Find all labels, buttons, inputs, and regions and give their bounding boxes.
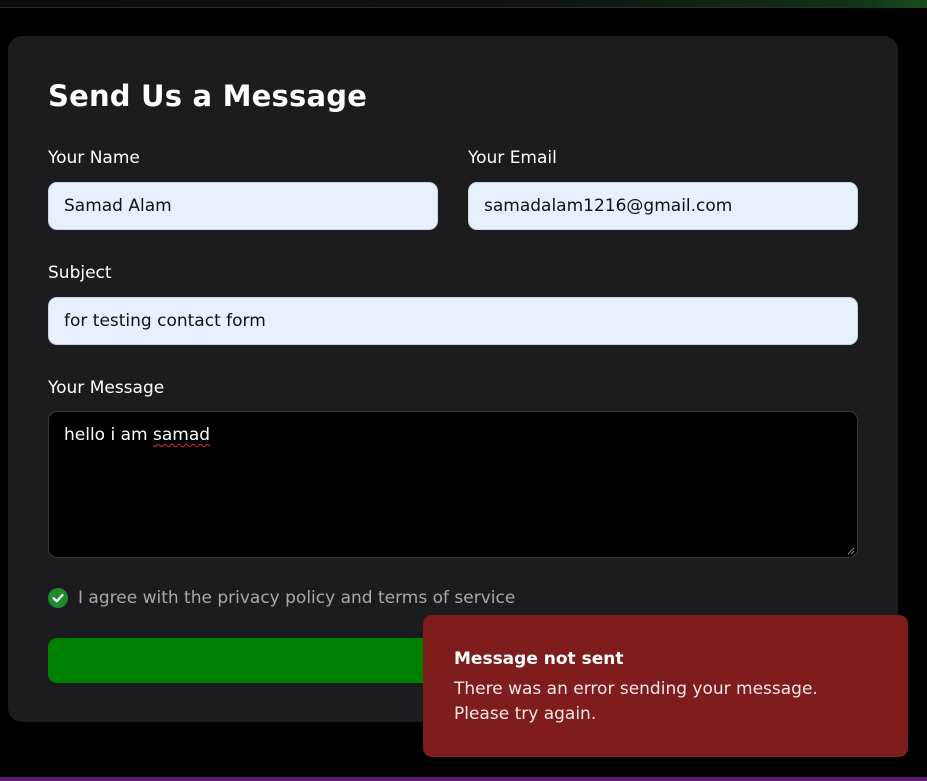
- name-input[interactable]: Samad Alam: [48, 182, 438, 230]
- resize-handle-icon[interactable]: [847, 547, 855, 555]
- email-input[interactable]: samadalam1216@gmail.com: [468, 182, 858, 230]
- message-label: Your Message: [48, 378, 165, 398]
- toast-message-line-1: There was an error sending your message.: [454, 679, 818, 699]
- toast-message-line-2: Please try again.: [454, 704, 597, 724]
- email-label: Your Email: [468, 148, 557, 168]
- message-text: hello i am: [64, 425, 153, 445]
- agree-terms-label[interactable]: I agree with the privacy policy and term…: [78, 587, 515, 609]
- error-toast[interactable]: Message not sent There was an error send…: [423, 615, 908, 757]
- subject-input[interactable]: for testing contact form: [48, 297, 858, 345]
- subject-label: Subject: [48, 263, 112, 283]
- toast-message: There was an error sending your message.…: [454, 677, 878, 727]
- name-label: Your Name: [48, 148, 140, 168]
- misspelled-word: samad: [153, 425, 211, 445]
- check-circle-icon[interactable]: [48, 588, 68, 608]
- message-textarea[interactable]: hello i am samad: [48, 411, 858, 558]
- toast-title: Message not sent: [454, 649, 624, 669]
- bottom-accent-bar: [0, 777, 927, 781]
- top-divider: [0, 7, 850, 8]
- form-title: Send Us a Message: [48, 79, 368, 113]
